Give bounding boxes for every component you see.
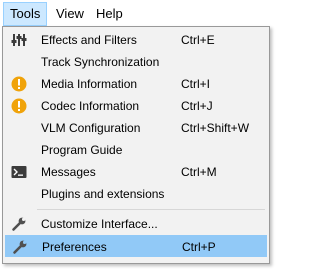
tools-menu-popup: Effects and Filters Ctrl+E Track Synchro… — [2, 26, 270, 264]
menu-item-preferences[interactable]: Preferences Ctrl+P — [5, 235, 267, 257]
menu-tools[interactable]: Tools — [3, 2, 48, 26]
menu-view[interactable]: View — [50, 2, 90, 26]
menu-item-effects-and-filters[interactable]: Effects and Filters Ctrl+E — [5, 29, 267, 51]
menu-item-messages[interactable]: Messages Ctrl+M — [5, 161, 267, 183]
menu-item-media-information[interactable]: Media Information Ctrl+I — [5, 73, 267, 95]
menu-item-track-synchronization[interactable]: Track Synchronization — [5, 51, 267, 73]
menu-item-shortcut: Ctrl+Shift+W — [181, 121, 250, 135]
menu-item-label: Program Guide — [41, 143, 123, 157]
menu-item-codec-information[interactable]: Codec Information Ctrl+J — [5, 95, 267, 117]
menu-item-vlm-configuration[interactable]: VLM Configuration Ctrl+Shift+W — [5, 117, 267, 139]
menu-item-shortcut: Ctrl+E — [181, 33, 215, 47]
menu-item-label: Codec Information — [41, 99, 140, 113]
menu-item-label: Messages — [41, 165, 96, 179]
menu-item-program-guide[interactable]: Program Guide — [5, 139, 267, 161]
menu-item-shortcut: Ctrl+J — [181, 99, 213, 113]
menu-separator — [37, 209, 265, 210]
menu-item-label: Effects and Filters — [41, 33, 137, 47]
menu-item-label: VLM Configuration — [41, 121, 141, 135]
wrench-icon — [12, 239, 28, 255]
menu-item-label: Plugins and extensions — [41, 187, 165, 201]
menu-item-shortcut: Ctrl+P — [182, 240, 216, 254]
menu-item-shortcut: Ctrl+M — [181, 165, 217, 179]
menu-item-label: Customize Interface... — [41, 217, 158, 231]
menu-item-customize-interface[interactable]: Customize Interface... — [5, 213, 267, 235]
menu-item-label: Track Synchronization — [41, 55, 160, 69]
menu-bar: Tools View Help — [0, 0, 273, 28]
equalizer-icon — [11, 32, 27, 48]
wrench-icon — [11, 216, 27, 232]
terminal-icon — [11, 164, 27, 180]
info-icon — [11, 76, 27, 92]
menu-help[interactable]: Help — [90, 2, 129, 26]
menu-item-label: Media Information — [41, 77, 138, 91]
menu-item-shortcut: Ctrl+I — [181, 77, 211, 91]
info-icon — [11, 98, 27, 114]
menu-item-plugins-and-extensions[interactable]: Plugins and extensions — [5, 183, 267, 205]
menu-item-label: Preferences — [42, 240, 107, 254]
